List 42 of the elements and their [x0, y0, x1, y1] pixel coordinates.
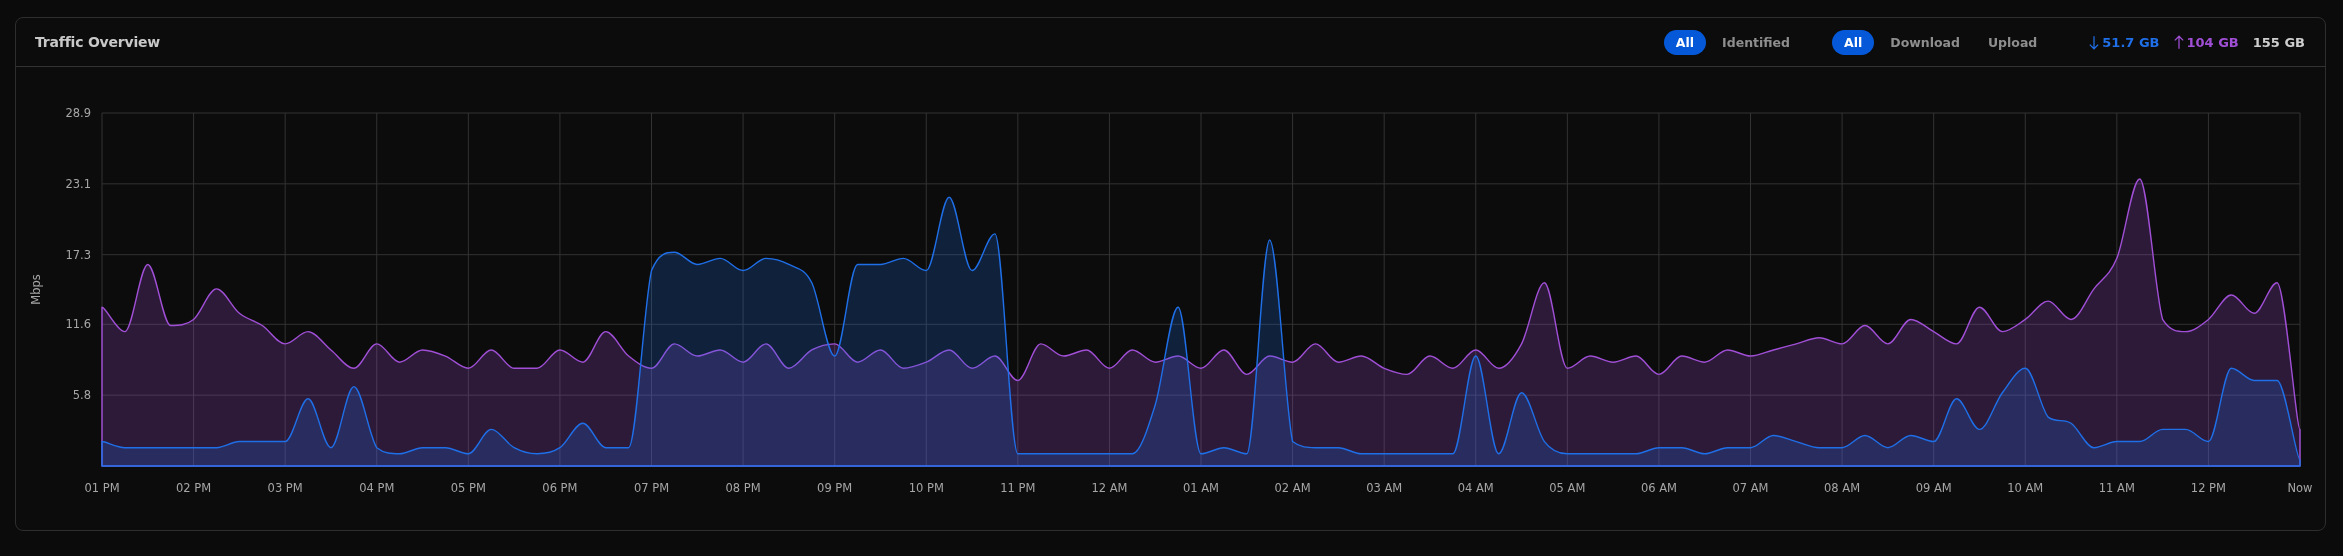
x-axis-label: Now [2287, 481, 2313, 495]
x-axis-label: 07 PM [633, 481, 670, 495]
x-axis-label: 08 PM [725, 481, 761, 495]
filter-tab[interactable]: All [1832, 29, 1875, 55]
filter-tab[interactable]: Download [1878, 29, 1972, 55]
card-title: Traffic Overview [35, 34, 161, 50]
x-axis-label: 06 PM [542, 481, 578, 495]
x-axis-label: 11 AM [2098, 481, 2135, 495]
x-axis-label: 10 PM [908, 481, 944, 495]
x-axis-label: 05 PM [450, 481, 486, 495]
x-axis-label: 12 AM [1091, 481, 1128, 495]
x-axis-label: 07 AM [1732, 481, 1769, 495]
filter-tab[interactable]: Upload [1975, 29, 2050, 55]
x-axis-label: 10 AM [2007, 481, 2044, 495]
filter-tab[interactable]: Identified [1710, 29, 1803, 55]
arrow-up-icon [2173, 34, 2184, 50]
arrow-down-icon [2089, 34, 2100, 50]
x-axis-label: 11 PM [1000, 481, 1036, 495]
y-axis-label: 11.6 [65, 317, 91, 332]
upload-total: 104 GB [2186, 34, 2239, 50]
download-total: 51.7 GB [2102, 34, 2160, 50]
x-axis-label: 01 AM [1182, 481, 1220, 495]
x-axis-label: 01 PM [84, 481, 120, 495]
x-axis-label: 06 AM [1640, 481, 1677, 495]
x-axis-label: 09 PM [817, 481, 853, 495]
x-axis-label: 09 AM [1915, 481, 1952, 495]
total-total: 155 GB [2252, 34, 2305, 50]
x-axis-label: 05 AM [1549, 481, 1586, 495]
y-axis-label: 17.3 [65, 247, 91, 262]
filter-tab[interactable]: All [1663, 29, 1707, 55]
x-axis-label: 08 AM [1824, 481, 1861, 495]
x-axis-label: 12 PM [2190, 481, 2226, 495]
y-axis-label: 28.9 [65, 106, 91, 120]
x-axis-label: 04 PM [359, 481, 395, 495]
y-axis-label: 23.1 [65, 176, 91, 191]
x-axis-label: 02 AM [1274, 481, 1311, 495]
x-axis-label: 03 AM [1366, 481, 1403, 495]
y-axis-title: Mbps [29, 274, 43, 305]
x-axis-label: 02 PM [176, 481, 212, 495]
y-axis-label: 5.8 [72, 388, 91, 403]
x-axis-label: 04 AM [1457, 481, 1494, 495]
x-axis-label: 03 PM [267, 481, 303, 495]
